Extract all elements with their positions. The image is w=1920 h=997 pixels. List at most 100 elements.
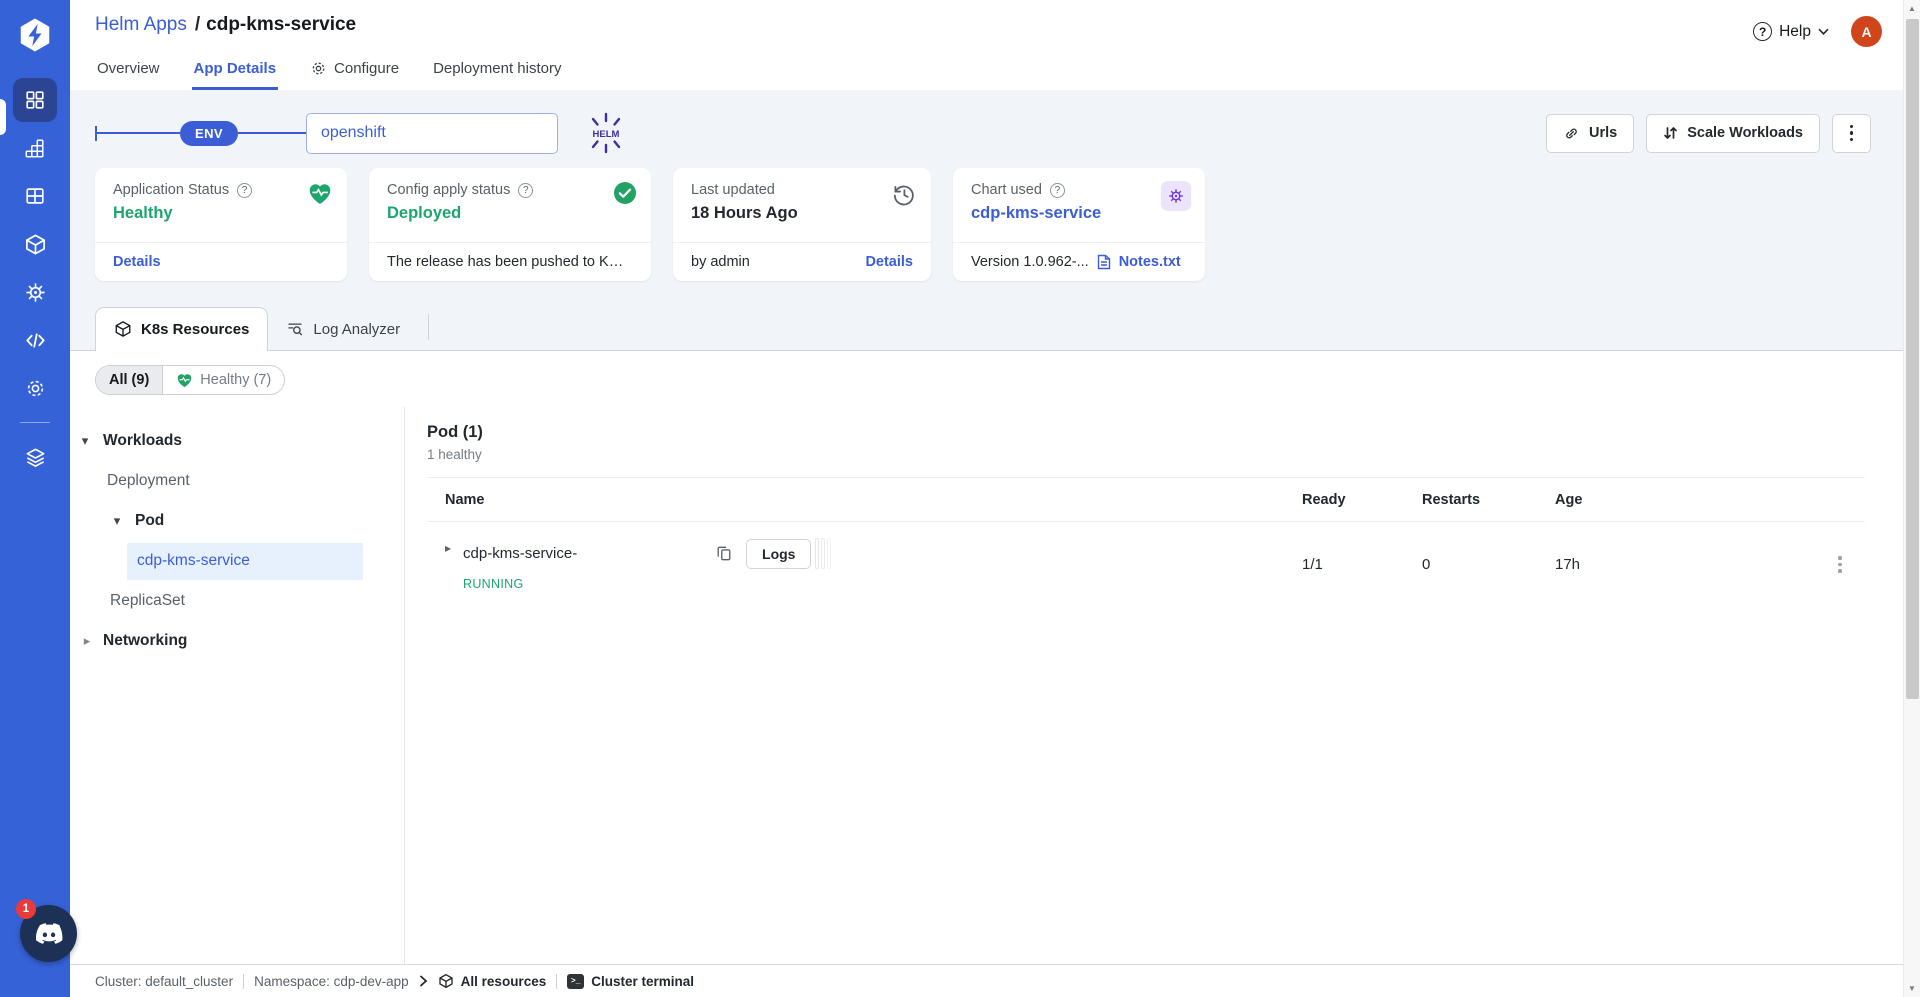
link-icon: [1563, 125, 1580, 142]
cube-icon: [438, 973, 454, 989]
discord-icon: [34, 923, 64, 945]
copy-icon[interactable]: [716, 545, 732, 562]
log-search-icon: [286, 320, 304, 338]
cluster-terminal-link[interactable]: >_ Cluster terminal: [567, 974, 694, 989]
all-resources-link[interactable]: All resources: [438, 973, 547, 989]
last-updated-value: 18 Hours Ago: [691, 204, 913, 223]
sidebar-item-resource-browser[interactable]: [13, 222, 57, 266]
table-row: ▸ cdp-kms-service- Logs: [427, 522, 1865, 607]
pod-name[interactable]: cdp-kms-service-: [463, 545, 716, 562]
caret-right-icon[interactable]: ▸: [445, 541, 451, 555]
column-age: Age: [1555, 492, 1815, 508]
terminal-icon: >_: [567, 974, 584, 989]
tab-k8s-resources[interactable]: K8s Resources: [95, 307, 268, 351]
gear-icon: [24, 377, 47, 400]
info-icon[interactable]: ?: [1050, 183, 1065, 198]
urls-button[interactable]: Urls: [1546, 114, 1634, 153]
tab-deployment-history[interactable]: Deployment history: [431, 50, 563, 90]
last-updated-card: Last updated 18 Hours Ago by adminDetail…: [673, 168, 931, 281]
last-updated-details-link[interactable]: Details: [865, 254, 913, 270]
sidebar-item-global-config[interactable]: [13, 366, 57, 410]
cube-icon: [114, 320, 132, 338]
help-menu[interactable]: ? Help: [1753, 22, 1829, 41]
breadcrumb-separator: /: [195, 14, 200, 35]
app-window: Helm Apps / cdp-kms-service Overview App D…: [0, 0, 1920, 997]
stacked-layers-decoration: [813, 538, 831, 569]
tree-node-replicaset[interactable]: ReplicaSet: [70, 581, 404, 621]
filter-healthy[interactable]: Healthy (7): [163, 366, 284, 394]
heart-pulse-icon: [176, 372, 193, 388]
sidebar-divider: [20, 422, 50, 423]
discord-chat-button[interactable]: 1: [20, 905, 77, 962]
app-window-icon: [24, 185, 46, 207]
tree-node-deployment[interactable]: Deployment: [70, 461, 404, 501]
info-icon[interactable]: ?: [237, 183, 252, 198]
pod-ready: 1/1: [1302, 556, 1422, 573]
status-cards: Application Status? Healthy Details Conf…: [70, 162, 1903, 281]
notes-link[interactable]: Notes.txt: [1119, 254, 1181, 270]
column-ready: Ready: [1302, 492, 1422, 508]
env-flow-line: [238, 132, 306, 134]
breadcrumb-helm-apps[interactable]: Helm Apps: [95, 14, 187, 35]
pod-table-subtitle: 1 healthy: [427, 447, 1865, 462]
tab-configure[interactable]: Configure: [308, 50, 401, 90]
jobs-grid-icon: [24, 137, 46, 159]
scroll-up-arrow[interactable]: ▲: [1904, 0, 1920, 17]
breadcrumb: Helm Apps / cdp-kms-service: [95, 14, 1920, 36]
logs-button[interactable]: Logs: [746, 539, 811, 569]
chart-used-value[interactable]: cdp-kms-service: [971, 204, 1187, 223]
sidebar-item-stack-manager[interactable]: [13, 435, 57, 479]
sidebar: [0, 0, 70, 997]
column-name: Name: [427, 492, 1302, 508]
environment-selector[interactable]: [306, 113, 558, 154]
tab-overview[interactable]: Overview: [95, 50, 162, 90]
info-icon[interactable]: ?: [518, 183, 533, 198]
sidebar-item-chart-store[interactable]: [13, 270, 57, 314]
sidebar-item-jobs[interactable]: [13, 126, 57, 170]
more-actions-button[interactable]: [1832, 114, 1871, 153]
chevron-right-icon: [419, 975, 428, 987]
breadcrumb-current-app: cdp-kms-service: [206, 14, 356, 35]
help-icon: ?: [1753, 22, 1772, 41]
cluster-status-bar: Cluster: default_cluster Namespace: cdp-…: [70, 964, 1920, 997]
scroll-down-arrow[interactable]: ▼: [1904, 980, 1920, 997]
vertical-scrollbar[interactable]: ▲ ▼: [1903, 0, 1920, 997]
caret-down-icon: ▾: [110, 513, 124, 529]
pod-table: Pod (1) 1 healthy Name Ready Restarts Ag…: [405, 407, 1903, 964]
caret-right-icon: ▸: [80, 633, 94, 649]
chevron-down-icon: [1818, 28, 1829, 35]
sidebar-item-applications[interactable]: [13, 78, 57, 122]
sidebar-item-api[interactable]: [13, 318, 57, 362]
divider: [243, 974, 244, 989]
tab-log-analyzer[interactable]: Log Analyzer: [268, 308, 418, 350]
tree-node-networking[interactable]: ▸ Networking: [70, 621, 404, 661]
resource-tabs: K8s Resources Log Analyzer: [95, 307, 1903, 350]
column-restarts: Restarts: [1422, 492, 1555, 508]
config-apply-status-value: Deployed: [387, 204, 633, 223]
devtron-logo[interactable]: [16, 16, 54, 54]
scale-workloads-button[interactable]: Scale Workloads: [1646, 114, 1820, 153]
sidebar-item-app-groups[interactable]: [13, 174, 57, 218]
up-down-arrows-icon: [1663, 125, 1678, 141]
namespace-label: Namespace: cdp-dev-app: [254, 974, 409, 989]
helm-wordmark: HELM: [592, 129, 619, 140]
tabs-separator: [428, 314, 429, 340]
env-badge: ENV: [180, 121, 238, 146]
avatar[interactable]: A: [1851, 16, 1882, 47]
helm-wheel-icon: [24, 281, 47, 304]
app-details-content: ENV HELM: [70, 90, 1920, 964]
active-nav-indicator: [0, 99, 6, 135]
table-header: Name Ready Restarts Age: [427, 477, 1865, 522]
tree-node-cdp-kms-service[interactable]: cdp-kms-service: [127, 543, 363, 580]
tree-node-workloads[interactable]: ▾ Workloads: [70, 421, 404, 461]
pod-age: 17h: [1555, 556, 1815, 573]
tab-app-details[interactable]: App Details: [192, 50, 279, 90]
scrollbar-thumb[interactable]: [1906, 19, 1919, 699]
application-status-details-link[interactable]: Details: [113, 254, 161, 270]
row-kebab-icon[interactable]: [1838, 556, 1842, 573]
tree-node-pod[interactable]: ▾ Pod: [70, 501, 404, 541]
filter-all[interactable]: All (9): [96, 366, 163, 394]
env-flow-line: [97, 132, 180, 134]
updated-by: by admin: [691, 254, 750, 270]
pod-restarts: 0: [1422, 556, 1555, 573]
